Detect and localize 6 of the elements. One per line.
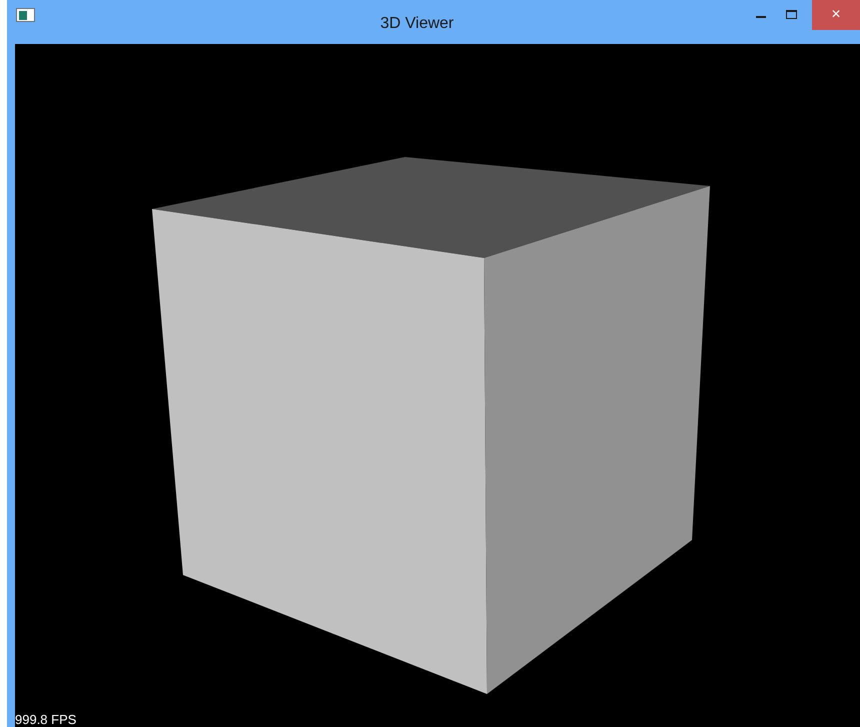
maximize-icon	[786, 10, 796, 18]
minimize-icon	[756, 16, 766, 18]
window-title: 3D Viewer	[379, 14, 455, 34]
close-button[interactable]: ×	[812, 0, 860, 30]
fps-counter: 999.8 FPS	[15, 713, 76, 726]
app-icon	[16, 8, 35, 22]
